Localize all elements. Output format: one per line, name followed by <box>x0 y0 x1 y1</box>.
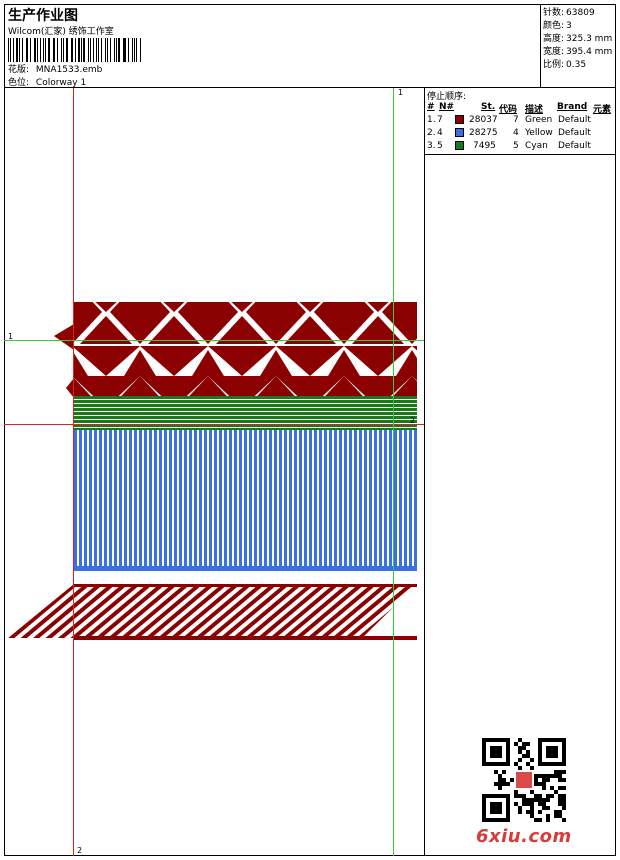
colorway-value: Colorway 1 <box>35 78 87 88</box>
diagonal-band <box>8 584 417 640</box>
stats-panel: 针数: 63809 颜色: 3 高度: 325.3 mm 宽度: 395.4 mm 比例… <box>540 4 616 88</box>
stop-sequence-title: 停止顺序: <box>427 92 467 102</box>
color-swatch <box>455 141 464 150</box>
stat-label: 高度: <box>543 34 565 44</box>
stat-value: 0.35 <box>566 60 587 70</box>
row-number: 7 <box>437 115 443 125</box>
col-header: 描述 <box>525 105 544 115</box>
stat-label: 颜色: <box>543 21 565 31</box>
row-number: 4 <box>437 128 443 138</box>
row-brand: Default <box>558 141 591 151</box>
watermark-logo: 6xiu.com <box>476 826 572 847</box>
stat-width: 宽度: 395.4 mm <box>543 44 612 57</box>
stat-scale: 比例: 0.35 <box>543 57 586 70</box>
col-header: # <box>427 102 435 112</box>
row-index: 2. <box>427 128 436 138</box>
colorway: 色位: Colorway 1 <box>8 75 86 88</box>
stat-value: 63809 <box>566 8 595 18</box>
stop-sequence-table: 停止顺序: # N# St. 代码 描述 Brand 元素 1. 7 28037… <box>425 88 616 155</box>
row-brand: Default <box>558 128 591 138</box>
blue-stripe-band <box>74 430 417 571</box>
design-preview: 1 1 2 2 <box>4 88 424 856</box>
row-desc: Cyan <box>525 141 548 151</box>
row-desc: Green <box>525 115 553 125</box>
triangle-band <box>54 302 417 398</box>
row-code: 4 <box>513 128 519 138</box>
company-name: Wilcom(汇家) 绣饰工作室 <box>8 27 114 37</box>
row-desc: Yellow <box>525 128 553 138</box>
barcode <box>8 38 142 62</box>
stat-value: 395.4 mm <box>566 47 613 57</box>
guide-label-bottom: 2 <box>77 846 83 855</box>
col-header: N# <box>439 102 455 112</box>
col-header: 元素 <box>593 105 612 115</box>
sheet-title: 生产作业图 <box>8 8 78 24</box>
stat-stitches: 针数: 63809 <box>543 5 595 18</box>
row-code: 5 <box>513 141 519 151</box>
qr-code <box>482 738 566 822</box>
stat-colors: 颜色: 3 <box>543 18 572 31</box>
col-header: St. <box>481 102 496 112</box>
stat-label: 比例: <box>543 60 565 70</box>
header-panel: 生产作业图 Wilcom(汇家) 绣饰工作室 花版: MNA1533.emb 色… <box>4 4 540 88</box>
stat-value: 325.3 mm <box>566 34 613 44</box>
row-index: 1. <box>427 115 436 125</box>
embroidery-artwork <box>4 88 424 856</box>
stat-height: 高度: 325.3 mm <box>543 31 612 44</box>
stat-value: 3 <box>566 21 572 31</box>
colorway-label: 色位: <box>8 78 30 88</box>
row-stitches: 28275 <box>469 128 498 138</box>
design-file: 花版: MNA1533.emb <box>8 62 102 75</box>
design-label: 花版: <box>8 65 30 75</box>
row-number: 5 <box>437 141 443 151</box>
row-index: 3. <box>427 141 436 151</box>
guide-label-top: 1 <box>398 88 404 97</box>
color-swatch <box>455 115 464 124</box>
row-brand: Default <box>558 115 591 125</box>
row-code: 7 <box>513 115 519 125</box>
col-header: Brand <box>557 102 588 112</box>
stat-label: 针数: <box>543 8 565 18</box>
design-value: MNA1533.emb <box>35 65 103 75</box>
row-stitches: 7495 <box>473 141 496 151</box>
row-stitches: 28037 <box>469 115 498 125</box>
col-header: 代码 <box>499 105 518 115</box>
guide-label-left: 1 <box>8 332 14 341</box>
color-swatch <box>455 128 464 137</box>
stat-label: 宽度: <box>543 47 565 57</box>
guide-label-right: 2 <box>410 416 416 425</box>
